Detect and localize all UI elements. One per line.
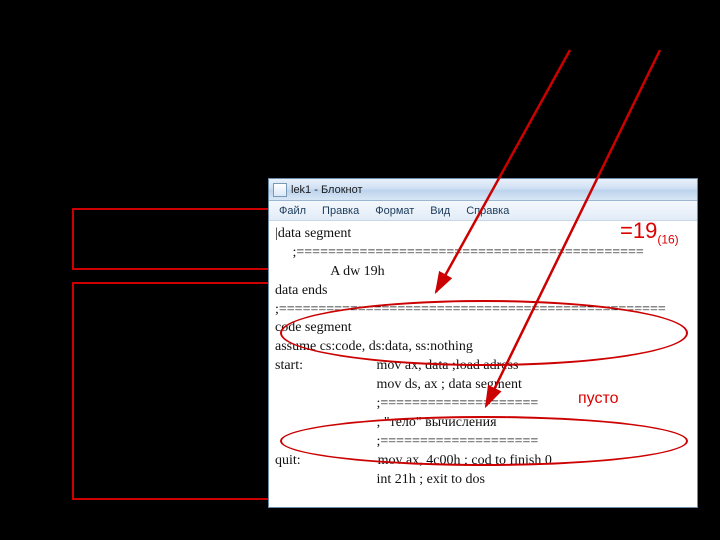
slide-root: lek1 - Блокнот Файл Правка Формат Вид Сп…	[0, 0, 720, 540]
code-line: ;=======================================…	[275, 245, 644, 260]
code-line: start:	[275, 358, 303, 373]
code-line: quit:	[275, 453, 301, 468]
code-line: data ends	[275, 283, 327, 298]
editor-area[interactable]: |data segment ;=========================…	[269, 221, 697, 508]
code-line: mov ax, 4c00h ; cod to finish 0	[378, 453, 552, 468]
app-icon	[273, 183, 287, 197]
menu-view[interactable]: Вид	[422, 203, 458, 219]
menu-file[interactable]: Файл	[271, 203, 314, 219]
menu-edit[interactable]: Правка	[314, 203, 367, 219]
bracket-code-segment	[72, 282, 268, 500]
bracket-data-segment	[72, 208, 268, 270]
code-line: ;====================	[377, 434, 539, 449]
code-line: A dw 19h	[275, 264, 385, 279]
notepad-window: lek1 - Блокнот Файл Правка Формат Вид Сп…	[268, 178, 698, 508]
code-line: code segment	[275, 320, 352, 335]
menu-format[interactable]: Формат	[367, 203, 422, 219]
code-line: mov ax, data ;load adress	[377, 358, 519, 373]
code-line: ;====================	[377, 396, 539, 411]
code-line: assume cs:code, ds:data, ss:nothing	[275, 339, 473, 354]
code-line: ; "тело" вычисления	[377, 415, 497, 430]
code-line: mov ds, ax ; data segment	[377, 377, 522, 392]
code-line: int 21h ; exit to dos	[377, 472, 486, 487]
code-line: ;=======================================…	[275, 302, 666, 317]
window-title: lek1 - Блокнот	[291, 184, 363, 196]
menubar: Файл Правка Формат Вид Справка	[269, 201, 697, 221]
menu-help[interactable]: Справка	[458, 203, 517, 219]
code-line: data segment	[278, 226, 351, 241]
titlebar[interactable]: lek1 - Блокнот	[269, 179, 697, 201]
